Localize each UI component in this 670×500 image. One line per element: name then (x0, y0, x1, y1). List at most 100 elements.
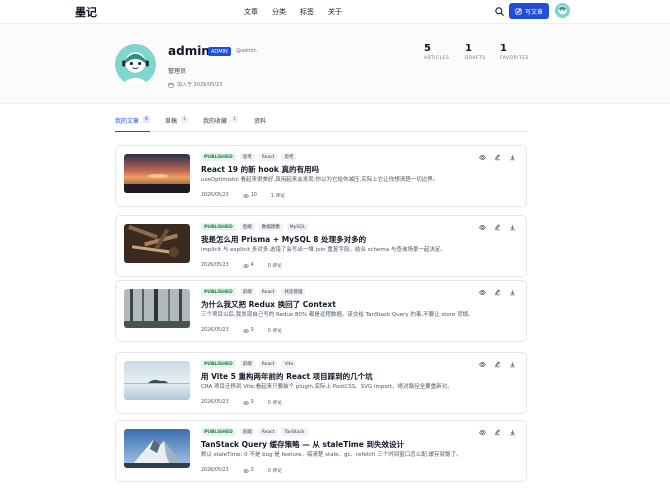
article-card[interactable]: PUBLISHED 前端 React 状态管理 为什么我又把 Redux 换回了… (115, 280, 527, 342)
article-excerpt: useOptimistic 看起来很美好,真用起来会发现:你以为它给你减压,实际… (201, 177, 439, 183)
edit-icon[interactable] (494, 224, 501, 231)
article-actions (479, 429, 516, 436)
calendar-icon (168, 82, 174, 88)
edit-icon (515, 8, 522, 14)
article-excerpt: 默认 staleTime: 0 不是 bug 是 feature。搞清楚 sta… (201, 452, 462, 458)
tag-chip[interactable]: 前端 (239, 360, 255, 368)
write-article-label: 写文章 (524, 8, 543, 16)
view-icon[interactable] (479, 429, 486, 436)
article-card[interactable]: PUBLISHED 后端 数据建模 MySQL 我是怎么用 Prisma + M… (115, 215, 527, 277)
eye-icon (242, 400, 249, 405)
article-meta: 2026/05/23 0 0 评论 (201, 399, 282, 406)
tag-chip[interactable]: React (258, 153, 278, 161)
view-icon[interactable] (479, 361, 486, 368)
article-views: 0 (242, 327, 254, 334)
profile-header: admin ADMIN @admin 管理员 加入于 2026/05/23 5 … (0, 24, 670, 104)
article-card[interactable]: PUBLISHED 前端 React TanStack TanStack Que… (115, 420, 527, 482)
profile-handle: @admin (236, 48, 257, 54)
tag-chip[interactable]: 后端 (239, 223, 255, 231)
stat-articles-label: ARTICLES (424, 56, 450, 61)
view-icon[interactable] (479, 289, 486, 296)
download-icon[interactable] (509, 289, 516, 296)
download-icon[interactable] (509, 154, 516, 161)
stat-favorites-label: FAVORITES (500, 56, 529, 61)
article-thumbnail (124, 289, 190, 328)
article-views: 0 (242, 399, 254, 406)
stat-drafts-label: DRAFTS (465, 56, 486, 61)
article-title[interactable]: 为什么我又把 Redux 换回了 Context (201, 299, 336, 310)
site-logo[interactable]: 墨记 (75, 4, 97, 20)
user-avatar[interactable] (555, 3, 570, 18)
download-icon[interactable] (509, 224, 516, 231)
eye-icon (242, 468, 249, 473)
stat-drafts-value: 1 (465, 43, 472, 54)
tab-count: 1 (231, 116, 239, 123)
tag-chip[interactable]: Vite (281, 360, 297, 368)
comment-count: 0 评论 (267, 401, 282, 406)
article-thumbnail (124, 361, 190, 400)
eye-icon (242, 328, 249, 333)
tag-chip[interactable]: 思考 (281, 153, 297, 161)
tag-chip[interactable]: 状态管理 (281, 288, 306, 296)
tag-chip[interactable]: 数据建模 (258, 223, 283, 231)
view-count: 3 (250, 468, 254, 473)
download-icon[interactable] (509, 429, 516, 436)
edit-icon[interactable] (494, 154, 501, 161)
nav-item-about[interactable]: 关于 (328, 7, 342, 17)
status-badge: PUBLISHED (201, 223, 236, 231)
tab-profile[interactable]: 资料 (254, 116, 266, 132)
article-meta: 2026/05/23 10 1 评论 (201, 192, 285, 199)
nav-item-tags[interactable]: 标签 (300, 7, 314, 17)
article-views: 3 (242, 467, 254, 474)
stat-articles-value: 5 (424, 43, 431, 54)
article-title[interactable]: React 19 的新 hook 真的有用吗 (201, 164, 319, 175)
edit-icon[interactable] (494, 429, 501, 436)
tab-favorites[interactable]: 我的收藏 1 (203, 116, 239, 132)
tag-chip[interactable]: React (258, 428, 278, 436)
profile-avatar (115, 44, 156, 85)
joined-date: 加入于 2026/05/23 (168, 81, 222, 88)
tab-count: 6 (143, 116, 151, 123)
view-icon[interactable] (479, 224, 486, 231)
stat-favorites: 1 FAVORITES (500, 43, 540, 61)
article-card[interactable]: PUBLISHED 思考 React 思考 React 19 的新 hook 真… (115, 145, 527, 207)
article-thumbnail (124, 224, 190, 263)
profile-tabs: 我的文章 6 草稿 1 我的收藏 1 资料 (115, 116, 527, 132)
article-thumbnail (124, 429, 190, 468)
edit-icon[interactable] (494, 289, 501, 296)
write-article-button[interactable]: 写文章 (509, 3, 549, 19)
tab-label: 我的收藏 (203, 118, 228, 125)
article-date: 2026/05/23 (201, 328, 229, 333)
article-date: 2026/05/23 (201, 193, 229, 198)
profile-username: admin (168, 44, 210, 58)
tab-label: 草稿 (165, 118, 178, 125)
nav-item-categories[interactable]: 分类 (272, 7, 286, 17)
view-count: 4 (250, 263, 254, 268)
joined-text: 加入于 2026/05/23 (177, 82, 223, 88)
tab-my-articles[interactable]: 我的文章 6 (115, 116, 151, 132)
article-title[interactable]: TanStack Query 缓存策略 — 从 staleTime 到失效设计 (201, 439, 404, 450)
tab-drafts[interactable]: 草稿 1 (165, 116, 189, 132)
article-date: 2026/05/23 (201, 468, 229, 473)
search-icon[interactable] (494, 6, 505, 17)
article-title[interactable]: 用 Vite 5 重构两年前的 React 项目踩到的几个坑 (201, 371, 373, 382)
article-excerpt: implicit 与 explicit 多对多,选错了会写出一堆 join 重复… (201, 247, 446, 253)
tag-chip[interactable]: 前端 (239, 288, 255, 296)
nav-item-articles[interactable]: 文章 (244, 7, 258, 17)
status-badge: PUBLISHED (201, 360, 236, 368)
tag-chip[interactable]: React (258, 360, 278, 368)
article-title[interactable]: 我是怎么用 Prisma + MySQL 8 处理多对多的 (201, 234, 366, 245)
tag-chip[interactable]: React (258, 288, 278, 296)
comment-count: 1 评论 (270, 194, 285, 199)
tab-label: 我的文章 (115, 118, 140, 125)
view-icon[interactable] (479, 154, 486, 161)
tag-chip[interactable]: 思考 (239, 153, 255, 161)
status-badge: PUBLISHED (201, 288, 236, 296)
download-icon[interactable] (509, 361, 516, 368)
article-card[interactable]: PUBLISHED 前端 React Vite 用 Vite 5 重构两年前的 … (115, 352, 527, 414)
tag-chip[interactable]: MySQL (286, 223, 309, 231)
tag-chip[interactable]: 前端 (239, 428, 255, 436)
stat-favorites-value: 1 (500, 43, 507, 54)
edit-icon[interactable] (494, 361, 501, 368)
tag-chip[interactable]: TanStack (281, 428, 308, 436)
